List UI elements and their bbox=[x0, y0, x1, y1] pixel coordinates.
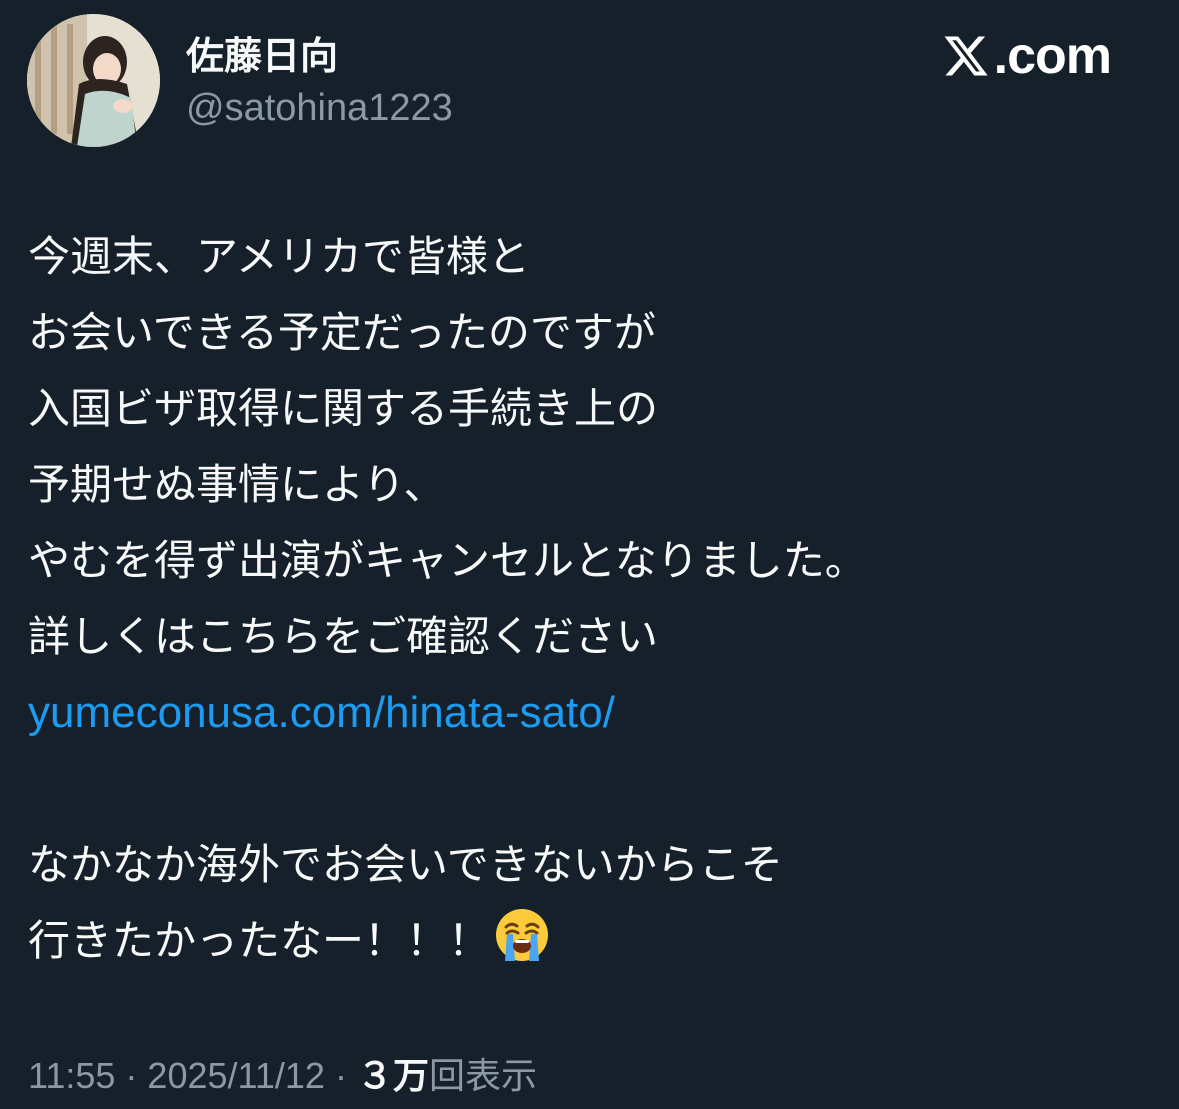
tweet-line: 今週末、アメリカで皆様と bbox=[28, 232, 530, 281]
brand-watermark: .com bbox=[942, 26, 1112, 86]
tweet-text: 今週末、アメリカで皆様と お会いできる予定だったのですが 入国ビザ取得に関する手… bbox=[28, 219, 1159, 979]
tweet-line: お会いできる予定だったのですが bbox=[28, 308, 656, 357]
avatar[interactable] bbox=[27, 14, 160, 147]
meta-separator: · bbox=[334, 1055, 347, 1096]
author-display-name[interactable]: 佐藤日向 bbox=[186, 30, 338, 82]
tweet-line: 入国ビザ取得に関する手続き上の bbox=[28, 384, 659, 433]
tweet-time[interactable]: 11:55 bbox=[28, 1055, 115, 1096]
tweet-date[interactable]: 2025/11/12 bbox=[147, 1055, 325, 1096]
meta-separator: · bbox=[125, 1055, 138, 1096]
tweet-meta: 11:55 · 2025/11/12 · ３万回表示 bbox=[28, 1050, 537, 1102]
tweet-line-last: 行きたかったなー！！！ bbox=[28, 903, 1159, 979]
views-count: ３万 bbox=[356, 1055, 429, 1096]
tweet-line: やむを得ず出演がキャンセルとなりました。 bbox=[28, 536, 867, 585]
tweet-line: 予期せぬ事情により、 bbox=[28, 460, 446, 509]
author-handle[interactable]: @satohina1223 bbox=[186, 82, 453, 134]
tweet-line-text: 行きたかったなー！！！ bbox=[28, 916, 491, 965]
tweet-line: なかなか海外でお会いできないからこそ bbox=[28, 840, 783, 889]
x-logo-icon bbox=[942, 32, 990, 80]
tweet-link[interactable]: yumeconusa.com/hinata-sato/ bbox=[28, 688, 615, 737]
brand-text: .com bbox=[993, 27, 1112, 85]
loudly-crying-face-icon bbox=[494, 907, 550, 987]
tweet-line: 詳しくはこちらをご確認ください bbox=[28, 612, 659, 661]
tweet-link-line: yumeconusa.com/hinata-sato/ bbox=[28, 675, 1159, 751]
views-label: 回表示 bbox=[428, 1055, 537, 1096]
